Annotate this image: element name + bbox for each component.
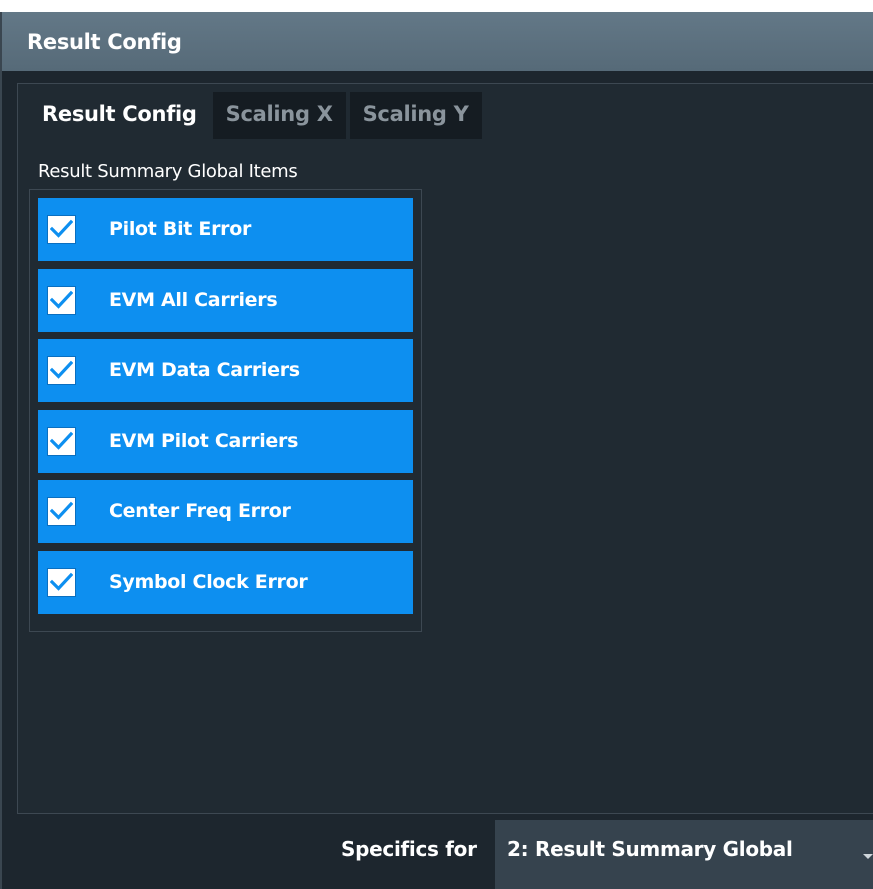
tab-bar: Result Config Scaling X Scaling Y	[18, 92, 486, 139]
result-config-dialog: Result Config Result Config Scaling X Sc…	[0, 12, 873, 889]
checkbox-symbol-clock-error[interactable]: Symbol Clock Error	[38, 550, 413, 614]
specifics-dropdown[interactable]: 2: Result Summary Global	[495, 820, 873, 889]
tab-scaling-x[interactable]: Scaling X	[212, 92, 346, 139]
checkbox-checked-icon[interactable]	[47, 426, 76, 456]
checkbox-label: EVM Data Carriers	[109, 359, 300, 381]
checkbox-evm-all-carriers[interactable]: EVM All Carriers	[38, 268, 413, 332]
specifics-for-label: Specifics for	[341, 837, 477, 861]
checkbox-list: Pilot Bit Error EVM All Carriers EVM Dat…	[38, 198, 413, 621]
checkbox-checked-icon[interactable]	[47, 215, 76, 244]
checkbox-label: EVM All Carriers	[109, 288, 278, 311]
tab-result-config[interactable]: Result Config	[18, 92, 209, 139]
tab-panel: Result Config Scaling X Scaling Y Result…	[17, 83, 873, 814]
checkbox-pilot-bit-error[interactable]: Pilot Bit Error	[38, 198, 413, 261]
checkbox-label: Pilot Bit Error	[109, 218, 252, 240]
checkbox-label: Symbol Clock Error	[109, 570, 308, 593]
global-items-group: Pilot Bit Error EVM All Carriers EVM Dat…	[29, 189, 422, 632]
checkbox-evm-data-carriers[interactable]: EVM Data Carriers	[38, 339, 413, 402]
checkbox-label: EVM Pilot Carriers	[109, 429, 299, 452]
tab-scaling-y[interactable]: Scaling Y	[349, 92, 482, 139]
chevron-down-icon[interactable]	[863, 854, 873, 859]
checkbox-checked-icon[interactable]	[47, 356, 76, 385]
group-label: Result Summary Global Items	[38, 161, 298, 182]
dialog-title: Result Config	[27, 30, 182, 54]
checkbox-label: Center Freq Error	[109, 500, 291, 522]
checkbox-checked-icon[interactable]	[47, 497, 76, 526]
checkbox-evm-pilot-carriers[interactable]: EVM Pilot Carriers	[38, 409, 413, 473]
dialog-title-bar[interactable]: Result Config	[2, 12, 873, 71]
specifics-dropdown-value: 2: Result Summary Global	[507, 837, 793, 861]
checkbox-checked-icon[interactable]	[47, 567, 76, 597]
checkbox-center-freq-error[interactable]: Center Freq Error	[38, 480, 413, 543]
checkbox-checked-icon[interactable]	[47, 285, 76, 315]
